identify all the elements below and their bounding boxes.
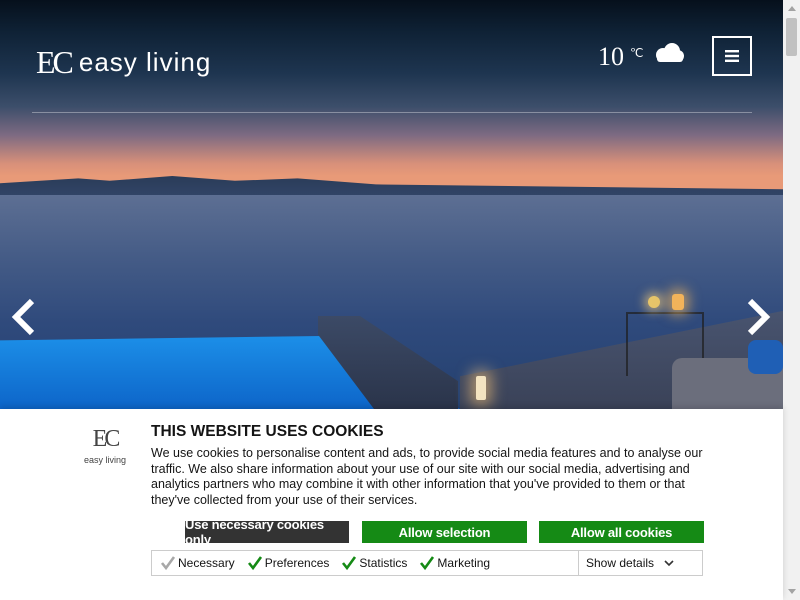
lantern xyxy=(672,294,684,310)
checkbox-label: Statistics xyxy=(359,556,408,570)
header-divider xyxy=(32,112,752,113)
weather-widget: 10 ℃ xyxy=(598,42,685,72)
menu-button[interactable] xyxy=(712,36,752,76)
show-details-label: Show details xyxy=(586,556,655,570)
checkbox-preferences[interactable]: Preferences xyxy=(247,555,330,571)
logo-mark: EC xyxy=(92,426,121,452)
logo-text: easy living xyxy=(78,47,212,77)
slider-prev-button[interactable] xyxy=(10,298,38,336)
checkbox-label: Marketing xyxy=(437,556,491,570)
triangle-down-icon xyxy=(787,589,796,594)
checkbox-necessary[interactable]: Necessary xyxy=(160,555,235,571)
slider-next-button[interactable] xyxy=(744,298,772,336)
checkbox-label: Preferences xyxy=(264,556,330,570)
checkbox-statistics[interactable]: Statistics xyxy=(341,555,407,571)
checkmark-icon xyxy=(342,556,357,571)
cookie-description: We use cookies to personalise content an… xyxy=(151,446,703,507)
checkmark-icon xyxy=(247,556,262,571)
cushion xyxy=(748,340,783,374)
checkbox-label: Necessary xyxy=(178,556,235,570)
allow-all-cookies-button[interactable]: Allow all cookies xyxy=(539,521,704,543)
cookie-banner: EC easy living THIS WEBSITE USES COOKIES… xyxy=(0,409,783,600)
lantern xyxy=(648,296,660,308)
chevron-left-icon xyxy=(11,298,35,336)
logo-mark: EC xyxy=(36,44,74,80)
checkmark-icon xyxy=(420,556,435,571)
scroll-up-arrow[interactable] xyxy=(783,0,800,17)
scroll-thumb[interactable] xyxy=(786,18,797,56)
chevron-right-icon xyxy=(747,298,771,336)
hamburger-icon xyxy=(725,50,739,62)
triangle-up-icon xyxy=(787,6,796,11)
checkbox-marketing[interactable]: Marketing xyxy=(419,555,490,571)
candle xyxy=(476,376,486,400)
cloud-icon xyxy=(651,42,685,69)
cookie-banner-logo: EC easy living xyxy=(80,426,130,465)
cookie-title: THIS WEBSITE USES COOKIES xyxy=(151,423,384,440)
chevron-down-icon xyxy=(664,559,674,566)
checkmark-icon xyxy=(160,556,176,571)
show-details-button[interactable]: Show details xyxy=(578,551,702,575)
temperature-unit: ℃ xyxy=(630,46,644,60)
site-logo[interactable]: EC easy living xyxy=(36,44,211,81)
temperature: 10 xyxy=(598,42,624,71)
allow-selection-button[interactable]: Allow selection xyxy=(362,521,527,543)
use-necessary-cookies-button[interactable]: Use necessary cookies only xyxy=(185,517,349,547)
cookie-options-bar: Necessary Preferences Statistics Marketi… xyxy=(151,550,703,576)
scrollbar[interactable] xyxy=(783,0,800,600)
scroll-down-arrow[interactable] xyxy=(783,583,800,600)
logo-text: easy living xyxy=(83,455,127,465)
